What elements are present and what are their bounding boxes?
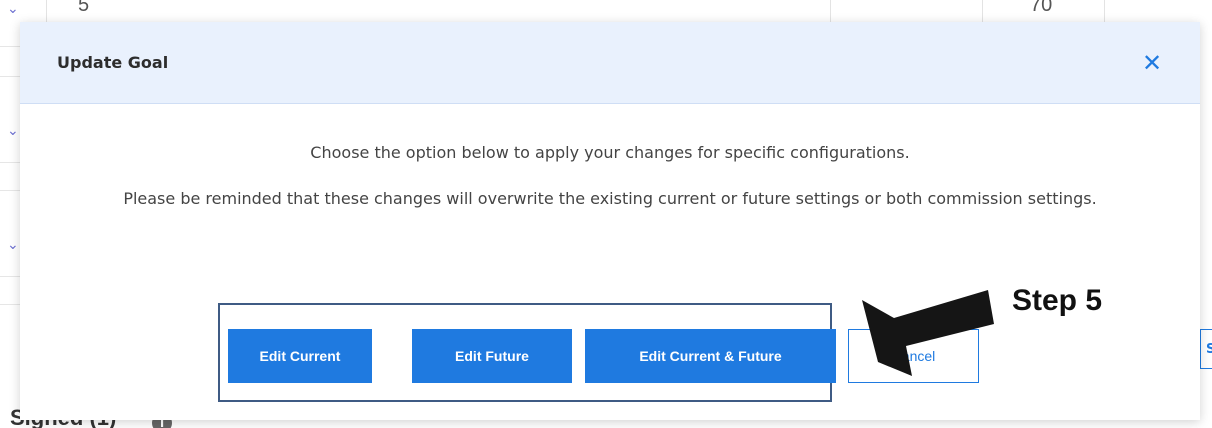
row-divider [0, 162, 20, 163]
chevron-down-icon[interactable]: ⌄ [7, 238, 19, 252]
arrow-icon [862, 290, 994, 376]
row-divider [0, 76, 20, 77]
dialog-message-primary: Choose the option below to apply your ch… [310, 143, 910, 162]
dialog-title: Update Goal [57, 53, 169, 72]
update-goal-dialog: Update Goal ✕ Choose the option below to… [20, 22, 1200, 420]
table-cell-value: 5 [78, 0, 90, 16]
chevron-down-icon[interactable]: ⌄ [7, 124, 19, 138]
row-divider [0, 304, 20, 305]
step-label: Step 5 [1012, 284, 1103, 317]
column-divider [46, 0, 47, 22]
column-divider [1104, 0, 1105, 22]
chevron-down-icon[interactable]: ⌄ [7, 2, 19, 16]
table-cell-value: 70 [1030, 0, 1053, 16]
row-divider [0, 190, 20, 191]
row-divider [0, 46, 20, 47]
edit-future-button[interactable]: Edit Future [412, 329, 572, 383]
dialog-header: Update Goal ✕ [20, 22, 1200, 104]
background-table-row: ⌄ 5 70 [0, 0, 1212, 22]
column-divider [982, 0, 983, 22]
row-divider [0, 276, 20, 277]
column-divider [830, 0, 831, 22]
edit-current-button[interactable]: Edit Current [228, 329, 372, 383]
close-icon[interactable]: ✕ [1138, 49, 1166, 77]
dialog-message-secondary: Please be reminded that these changes wi… [123, 189, 1097, 208]
edit-current-future-button[interactable]: Edit Current & Future [585, 329, 836, 383]
background-partial-button[interactable]: S [1200, 329, 1212, 369]
